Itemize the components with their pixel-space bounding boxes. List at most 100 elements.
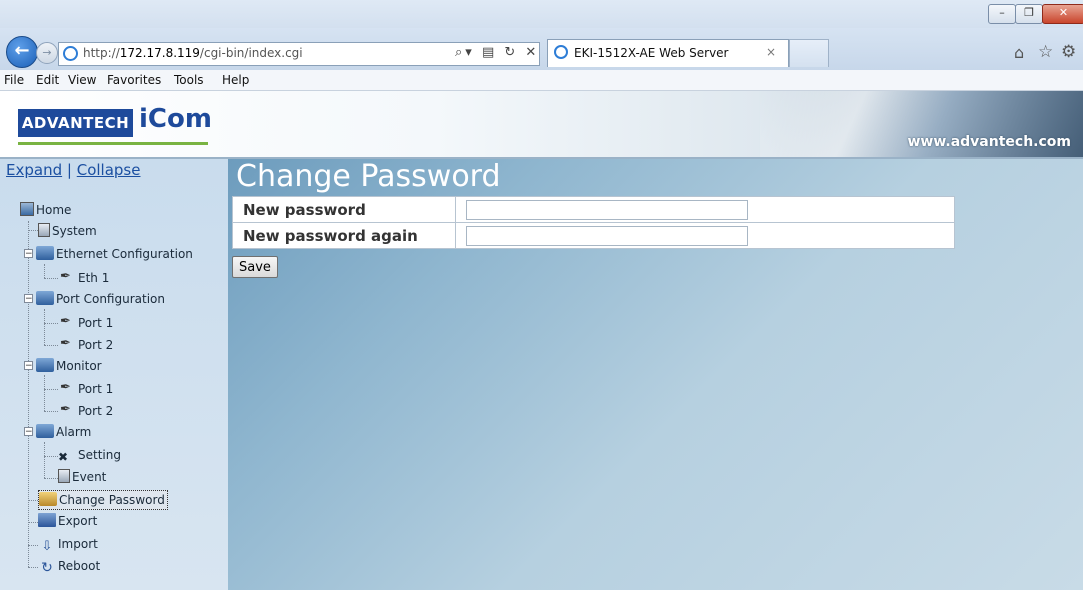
tree-item-eth1[interactable]: Eth 1 bbox=[58, 268, 109, 287]
expand-link[interactable]: Expand bbox=[6, 161, 62, 179]
tree-line bbox=[44, 389, 58, 390]
sidebar: Expand | Collapse Home System − Ethernet… bbox=[0, 159, 228, 590]
address-url[interactable]: http://172.17.8.119/cgi-bin/index.cgi bbox=[83, 46, 303, 60]
menu-tools[interactable]: Tools bbox=[174, 73, 204, 87]
url-host: 172.17.8.119 bbox=[119, 46, 200, 60]
collapse-toggle-icon[interactable]: − bbox=[24, 427, 33, 437]
folder-icon bbox=[36, 424, 54, 438]
tree-item-port-config-port1[interactable]: Port 1 bbox=[58, 313, 114, 332]
tab-close-icon[interactable]: × bbox=[766, 45, 776, 59]
tree-item-label: Port 1 bbox=[78, 316, 114, 330]
collapse-toggle-icon[interactable]: − bbox=[24, 249, 33, 259]
tree-line bbox=[44, 442, 45, 478]
arrow-left-icon: ← bbox=[14, 40, 30, 61]
brand-primary: ADVANTECH bbox=[18, 109, 133, 137]
collapse-toggle-icon[interactable]: − bbox=[24, 294, 33, 304]
menu-favorites[interactable]: Favorites bbox=[107, 73, 161, 87]
table-row: New password again bbox=[232, 222, 955, 249]
tree-item-import[interactable]: ⇩ Import bbox=[38, 535, 98, 554]
menu-help[interactable]: Help bbox=[222, 73, 249, 87]
tree-item-reboot[interactable]: ↻ Reboot bbox=[38, 557, 100, 575]
tree-item-label: Alarm bbox=[56, 425, 92, 439]
reboot-icon: ↻ bbox=[41, 560, 53, 576]
plug-icon bbox=[58, 335, 76, 353]
tree-line bbox=[44, 478, 58, 479]
menu-file[interactable]: File bbox=[4, 73, 24, 87]
tree-item-label: Reboot bbox=[58, 559, 101, 573]
event-icon bbox=[58, 469, 70, 483]
password-icon bbox=[39, 492, 57, 506]
tree-item-label: Event bbox=[72, 470, 107, 484]
tree-item-home[interactable]: Home bbox=[20, 201, 71, 219]
tab-label: EKI-1512X-AE Web Server bbox=[574, 46, 729, 60]
new-password-again-input[interactable] bbox=[466, 225, 748, 246]
tool-icon bbox=[58, 268, 76, 286]
address-bar[interactable]: http://172.17.8.119/cgi-bin/index.cgi ⌕▾… bbox=[58, 42, 540, 66]
close-window-button[interactable]: ✕ bbox=[1042, 4, 1083, 24]
collapse-link[interactable]: Collapse bbox=[77, 161, 141, 179]
header-url: www.advantech.com bbox=[907, 134, 1071, 150]
tree-line bbox=[44, 309, 45, 345]
url-path: /cgi-bin/index.cgi bbox=[199, 46, 303, 60]
tree-item-label: Change Password bbox=[59, 493, 165, 507]
tree-item-ethernet-configuration[interactable]: Ethernet Configuration bbox=[36, 245, 193, 263]
main-content: Change Password New password New passwor… bbox=[228, 159, 1083, 590]
table-row: New password bbox=[232, 196, 955, 223]
tree-item-label: System bbox=[52, 224, 97, 238]
tree-item-system[interactable]: System bbox=[38, 222, 97, 240]
tree-item-alarm-setting[interactable]: ✖ Setting bbox=[58, 446, 121, 464]
expand-collapse-links: Expand | Collapse bbox=[6, 161, 140, 179]
page-title: Change Password bbox=[236, 159, 501, 194]
minimize-button[interactable]: – bbox=[988, 4, 1016, 24]
tree-line bbox=[28, 567, 38, 568]
url-prefix: http:// bbox=[83, 46, 120, 60]
folder-icon bbox=[36, 291, 54, 305]
new-password-input[interactable] bbox=[466, 199, 748, 220]
tree-item-export[interactable]: Export bbox=[38, 512, 97, 530]
tree-item-monitor-port1[interactable]: Port 1 bbox=[58, 379, 114, 398]
tree-item-change-password[interactable]: Change Password bbox=[38, 490, 168, 510]
gear-icon[interactable]: ⚙ bbox=[1061, 42, 1076, 62]
new-tab-button[interactable] bbox=[789, 39, 829, 67]
tree-item-label: Port 1 bbox=[78, 382, 114, 396]
tree-item-monitor-port2[interactable]: Port 2 bbox=[58, 401, 114, 420]
tree-item-label: Setting bbox=[78, 448, 121, 462]
tree-item-label: Import bbox=[58, 537, 98, 551]
browser-navbar: ← → http://172.17.8.119/cgi-bin/index.cg… bbox=[0, 28, 1083, 70]
ie-icon bbox=[63, 46, 78, 61]
browser-tab[interactable]: EKI-1512X-AE Web Server × bbox=[547, 39, 789, 67]
maximize-button[interactable]: ❐ bbox=[1015, 4, 1043, 24]
tree-item-label: Port 2 bbox=[78, 404, 114, 418]
tree-item-alarm-event[interactable]: Event bbox=[58, 468, 106, 486]
link-separator: | bbox=[66, 161, 72, 179]
tools-icon: ✖ bbox=[58, 450, 69, 464]
plug-icon bbox=[58, 401, 76, 419]
home-icon bbox=[20, 202, 34, 216]
tree-item-port-configuration[interactable]: Port Configuration bbox=[36, 290, 165, 308]
tree-item-label: Home bbox=[36, 203, 72, 217]
menu-view[interactable]: View bbox=[68, 73, 96, 87]
tree-line bbox=[28, 522, 38, 523]
folder-icon bbox=[36, 358, 54, 372]
tree-line bbox=[44, 264, 45, 278]
menu-edit[interactable]: Edit bbox=[36, 73, 59, 87]
tree-item-monitor[interactable]: Monitor bbox=[36, 357, 102, 375]
address-tools-icons[interactable]: ⌕▾ ▤ ↻ ✕ bbox=[455, 45, 539, 60]
star-icon[interactable]: ☆ bbox=[1038, 42, 1053, 62]
tree-line bbox=[28, 500, 38, 501]
import-icon: ⇩ bbox=[41, 539, 53, 554]
document-icon bbox=[38, 223, 50, 237]
new-password-again-cell bbox=[455, 222, 955, 249]
tree-line bbox=[44, 411, 58, 412]
save-button[interactable]: Save bbox=[232, 256, 278, 278]
back-button[interactable]: ← bbox=[6, 36, 38, 68]
tree-line bbox=[28, 221, 29, 567]
tree-item-port-config-port2[interactable]: Port 2 bbox=[58, 335, 113, 354]
tree-item-alarm[interactable]: Alarm bbox=[36, 423, 91, 441]
menu-bar: File Edit View Favorites Tools Help bbox=[0, 70, 1083, 91]
forward-button[interactable]: → bbox=[36, 42, 58, 64]
collapse-toggle-icon[interactable]: − bbox=[24, 361, 33, 371]
tree-line bbox=[28, 230, 38, 231]
home-icon[interactable]: ⌂ bbox=[1014, 43, 1024, 62]
folder-icon bbox=[36, 246, 54, 260]
